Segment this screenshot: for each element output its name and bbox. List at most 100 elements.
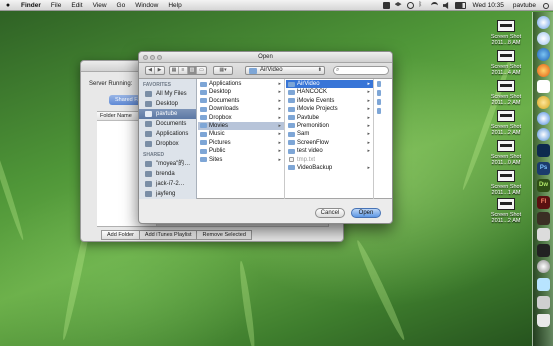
folder-row[interactable]: iMovie Events ▸: [286, 97, 373, 105]
sidebar-item-shared-jayfeng[interactable]: jayfeng: [139, 189, 196, 199]
folder-row[interactable]: VideoBackup ▸: [286, 164, 373, 172]
app-icon[interactable]: [537, 260, 550, 273]
folder-row[interactable]: iMovie Projects ▸: [286, 105, 373, 113]
downloads-stack-icon[interactable]: [537, 278, 550, 291]
menu-go[interactable]: Go: [112, 2, 131, 9]
search-input[interactable]: ⌕: [333, 66, 389, 75]
arrange-button: ▦▾: [213, 66, 233, 75]
menu-file[interactable]: File: [46, 2, 66, 9]
bluetooth-icon[interactable]: ᛒ: [419, 2, 426, 9]
menu-finder[interactable]: Finder: [16, 2, 46, 9]
list-view-icon[interactable]: ≡: [179, 67, 188, 74]
folder-row[interactable]: Music ▸: [198, 130, 284, 138]
app-icon[interactable]: [537, 228, 550, 241]
folder-row[interactable]: AirVideo ▸: [286, 80, 373, 89]
desktop-file-screenshot[interactable]: Screen Shot 2011...8 AM: [486, 20, 526, 46]
cancel-button[interactable]: Cancel: [315, 208, 345, 218]
open-button[interactable]: Open: [351, 208, 381, 218]
app-icon[interactable]: [537, 96, 550, 109]
desktop-file-screenshot[interactable]: Screen Shot 2011...2 AM: [486, 110, 526, 136]
spotlight-icon[interactable]: [543, 2, 549, 9]
forward-icon[interactable]: ▶: [155, 67, 164, 74]
file-row[interactable]: tmp.txt: [286, 156, 373, 164]
file-icon[interactable]: [377, 108, 381, 114]
wifi-icon[interactable]: [430, 2, 438, 9]
globe-icon[interactable]: [537, 48, 550, 61]
menu-help[interactable]: Help: [163, 2, 186, 9]
minimize-icon[interactable]: [150, 55, 155, 60]
apple-menu-icon[interactable]: ●: [0, 2, 16, 9]
folder-row[interactable]: ScreenFlow ▸: [286, 139, 373, 147]
sidebar-item-all-my-files[interactable]: All My Files: [139, 89, 196, 99]
dialog-toolbar: ◀ ▶ ▦ ≡ ▥ ▭ ▦▾ AirVideo ⬍ ⌕: [139, 63, 392, 79]
dropbox-status-icon[interactable]: [394, 2, 402, 7]
safari-icon[interactable]: [537, 32, 550, 45]
zoom-icon[interactable]: [157, 55, 162, 60]
time-machine-icon[interactable]: [406, 2, 414, 9]
folder-row[interactable]: Public ▸: [198, 147, 284, 155]
add-folder-button[interactable]: Add Folder: [101, 230, 140, 240]
app-icon[interactable]: [537, 112, 550, 125]
folder-row[interactable]: Downloads ▸: [198, 105, 284, 113]
back-icon[interactable]: ◀: [146, 67, 155, 74]
icon-view-icon[interactable]: ▦: [170, 67, 179, 74]
desktop-file-screenshot[interactable]: Screen Shot 2011...0 AM: [486, 140, 526, 166]
desktop-file-screenshot[interactable]: Screen Shot 2011...4 AM: [486, 50, 526, 76]
row-label: AirVideo: [297, 81, 320, 87]
folder-row[interactable]: Documents ▸: [198, 97, 284, 105]
folder-row[interactable]: Premonition ▸: [286, 122, 373, 130]
close-icon[interactable]: [143, 55, 148, 60]
photoshop-icon[interactable]: Ps: [537, 162, 550, 175]
flash-icon[interactable]: Fl: [537, 196, 550, 209]
finder-icon[interactable]: [537, 16, 550, 29]
menu-window[interactable]: Window: [130, 2, 163, 9]
menu-edit[interactable]: Edit: [66, 2, 87, 9]
folder-row[interactable]: Movies ▸: [198, 121, 284, 131]
folder-row[interactable]: Pavtube ▸: [286, 114, 373, 122]
status-app-icon[interactable]: [382, 2, 390, 9]
location-popup[interactable]: AirVideo ⬍: [245, 66, 325, 75]
file-icon[interactable]: [377, 81, 381, 87]
folder-row[interactable]: Sites ▸: [198, 156, 284, 164]
column-view-icon[interactable]: ▥: [188, 67, 197, 74]
folder-row[interactable]: Pictures ▸: [198, 139, 284, 147]
folder-row[interactable]: Sam ▸: [286, 130, 373, 138]
menu-clock[interactable]: Wed 10:35: [471, 2, 506, 9]
sidebar-item-shared-moyea[interactable]: "moyea"的…: [139, 159, 196, 169]
folder-row[interactable]: test video ▸: [286, 147, 373, 155]
folder-row[interactable]: Dropbox ▸: [198, 114, 284, 122]
cover-flow-icon[interactable]: ▭: [197, 67, 206, 74]
app-icon[interactable]: [537, 128, 550, 141]
remove-selected-button[interactable]: Remove Selected: [196, 230, 252, 240]
folder-row[interactable]: HANCOCK ▸: [286, 88, 373, 96]
sidebar-item-shared-brenda[interactable]: brenda: [139, 169, 196, 179]
text-app-icon[interactable]: [537, 80, 550, 93]
desktop-file-screenshot[interactable]: Screen Shot 2011...2 AM: [486, 80, 526, 106]
documents-stack-icon[interactable]: [537, 296, 550, 309]
desktop-file-screenshot[interactable]: Screen Shot 2011...2 AM: [486, 198, 526, 224]
file-icon[interactable]: [377, 90, 381, 96]
firefox-icon[interactable]: [537, 64, 550, 77]
sidebar-item-documents[interactable]: Documents: [139, 119, 196, 129]
text-app-icon[interactable]: [537, 144, 550, 157]
dialog-titlebar[interactable]: Open: [139, 52, 392, 63]
sidebar-item-desktop[interactable]: Desktop: [139, 99, 196, 109]
app-icon[interactable]: [537, 244, 550, 257]
app-icon[interactable]: [537, 212, 550, 225]
desktop-file-screenshot[interactable]: Screen Shot 2011...1 AM: [486, 170, 526, 196]
sidebar-item-shared-jack[interactable]: jack-i7-2…: [139, 179, 196, 189]
battery-icon[interactable]: [454, 2, 466, 9]
sidebar-item-applications[interactable]: Applications: [139, 129, 196, 139]
trash-icon[interactable]: [537, 314, 550, 327]
file-icon[interactable]: [377, 99, 381, 105]
add-itunes-playlist-button[interactable]: Add iTunes Playlist: [138, 230, 198, 240]
arrange-icon[interactable]: ▦▾: [214, 67, 232, 74]
volume-icon[interactable]: [442, 2, 449, 9]
menu-user[interactable]: pavtube: [511, 2, 538, 9]
sidebar-item-dropbox[interactable]: Dropbox: [139, 139, 196, 149]
folder-row[interactable]: Applications ▸: [198, 80, 284, 88]
sidebar-item-pavtube[interactable]: pavtube: [139, 109, 196, 119]
folder-row[interactable]: Desktop ▸: [198, 88, 284, 96]
menu-view[interactable]: View: [88, 2, 112, 9]
dreamweaver-icon[interactable]: Dw: [537, 179, 550, 192]
